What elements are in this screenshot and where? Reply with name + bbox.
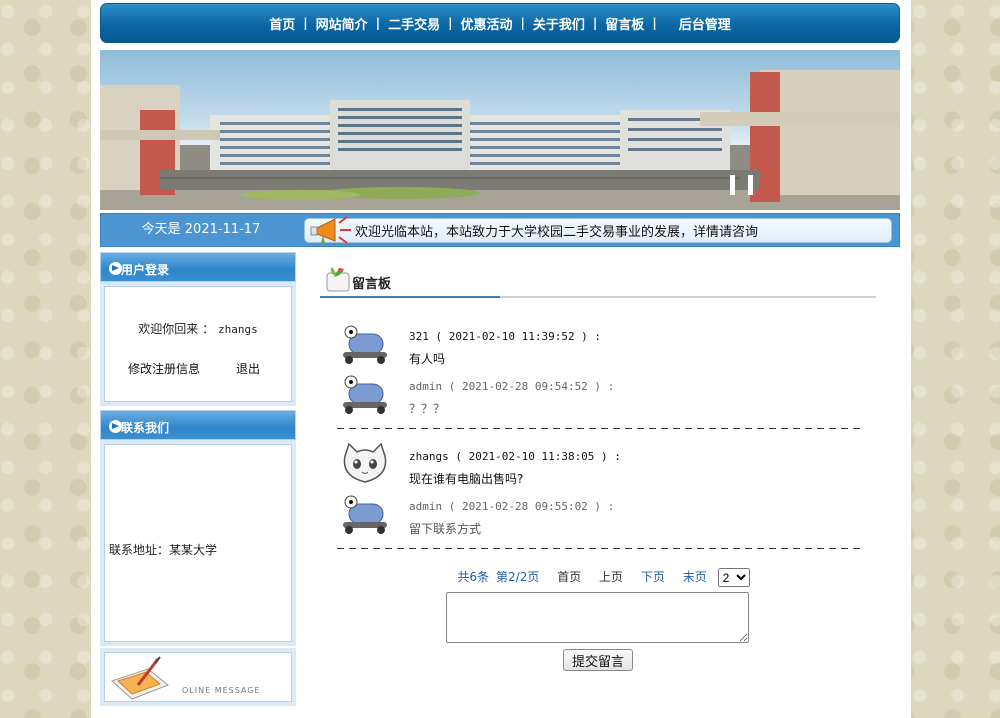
sidebar: 用户登录 欢迎你回来 ： zhangs 修改注册信息 退出 联系我们 联系地址：… bbox=[100, 252, 296, 706]
message-post: zhangs ( 2021-02-10 11:38:05 ) : 现在谁有电脑出… bbox=[337, 442, 857, 490]
top-nav: 首页 | 网站简介 | 二手交易 | 优惠活动 | 关于我们 | 留言板 | 后… bbox=[100, 3, 900, 43]
nav-trade[interactable]: 二手交易 bbox=[388, 14, 440, 33]
contact-panel-title: 联系我们 bbox=[121, 421, 170, 435]
reply-post: admin ( 2021-02-28 09:54:52 ) : ？？？ bbox=[337, 372, 857, 420]
notice-marquee: 欢迎光临本站，本站致力于大学校园二手交易事业的发展，详情请咨询 bbox=[304, 216, 892, 244]
nav-admin[interactable]: 后台管理 bbox=[679, 14, 731, 33]
thread-divider bbox=[337, 428, 861, 429]
message-content: 现在谁有电脑出售吗? bbox=[409, 472, 524, 486]
nav-about-site[interactable]: 网站简介 bbox=[316, 14, 368, 33]
page-select[interactable]: 1 2 bbox=[717, 568, 750, 587]
pager-total: 共6条 bbox=[457, 570, 490, 584]
reply-post: admin ( 2021-02-28 09:55:02 ) : 留下联系方式 bbox=[337, 492, 857, 540]
nav-separator: | bbox=[652, 16, 657, 30]
thread-divider bbox=[337, 548, 861, 549]
edit-profile-link[interactable]: 修改注册信息 bbox=[128, 360, 200, 377]
nav-separator: | bbox=[375, 16, 381, 30]
nav-guestbook[interactable]: 留言板 bbox=[605, 14, 644, 33]
nav-home[interactable]: 首页 bbox=[269, 14, 295, 33]
megaphone-icon bbox=[309, 213, 355, 250]
page-container: 首页 | 网站简介 | 二手交易 | 优惠活动 | 关于我们 | 留言板 | 后… bbox=[91, 0, 911, 718]
pager-prev[interactable]: 上页 bbox=[599, 570, 623, 584]
pager-page: 第2/2页 bbox=[496, 570, 540, 584]
contact-address: 联系地址：某某大学 bbox=[109, 543, 218, 557]
message-meta: 321 ( 2021-02-10 11:39:52 ) : bbox=[409, 330, 602, 343]
nav-separator: | bbox=[520, 16, 525, 30]
reply-content: ？？？ bbox=[409, 402, 446, 416]
robot-avatar-icon bbox=[339, 492, 391, 537]
online-message-promo[interactable]: OLINE MESSAGE bbox=[100, 648, 296, 706]
notice-text: 欢迎光临本站，本站致力于大学校园二手交易事业的发展，详情请咨询 bbox=[355, 225, 759, 240]
campus-building-illustration bbox=[100, 70, 900, 210]
welcome-message: 欢迎你回来 ： zhangs bbox=[104, 320, 292, 337]
pager-first[interactable]: 首页 bbox=[557, 570, 581, 584]
submit-comment-button[interactable]: 提交留言 bbox=[563, 649, 633, 671]
pager-next[interactable]: 下页 bbox=[641, 570, 665, 584]
login-panel-header: 用户登录 bbox=[100, 252, 296, 282]
info-bar: 今天是 2021-11-17 欢迎光临本站，本站致力于大学校园二手交易事业的发展… bbox=[100, 213, 900, 247]
message-content: 有人吗 bbox=[409, 352, 446, 366]
login-panel-title: 用户登录 bbox=[121, 263, 170, 277]
robot-avatar-icon bbox=[339, 372, 391, 417]
reply-meta: admin ( 2021-02-28 09:54:52 ) : bbox=[409, 380, 615, 393]
cat-avatar-icon bbox=[339, 442, 391, 489]
today-date: 今天是 2021-11-17 bbox=[141, 222, 261, 237]
pager-last[interactable]: 末页 bbox=[683, 570, 707, 584]
message-post: 321 ( 2021-02-10 11:39:52 ) : 有人吗 bbox=[337, 322, 857, 370]
nav-separator: | bbox=[592, 16, 598, 30]
nav-separator: | bbox=[303, 16, 308, 30]
login-panel: 欢迎你回来 ： zhangs 修改注册信息 退出 bbox=[100, 282, 296, 406]
pen-paper-icon bbox=[108, 655, 174, 704]
campus-banner-image bbox=[100, 50, 900, 210]
comment-input[interactable] bbox=[446, 592, 749, 643]
contact-panel-header: 联系我们 bbox=[100, 410, 296, 440]
reply-content: 留下联系方式 bbox=[409, 522, 482, 536]
guestbook-title: 留言板 bbox=[352, 277, 392, 292]
nav-about-us[interactable]: 关于我们 bbox=[533, 14, 585, 33]
nav-promotions[interactable]: 优惠活动 bbox=[460, 14, 512, 33]
guestbook-main: 留言板 321 ( 2021-02-10 11:39:52 ) : 有人吗 ad… bbox=[320, 260, 880, 671]
promo-text: OLINE MESSAGE bbox=[182, 686, 261, 695]
message-meta: zhangs ( 2021-02-10 11:38:05 ) : bbox=[409, 450, 621, 463]
reply-meta: admin ( 2021-02-28 09:55:02 ) : bbox=[409, 500, 615, 513]
contact-panel: 联系地址：某某大学 bbox=[100, 440, 296, 646]
robot-avatar-icon bbox=[339, 322, 391, 367]
pagination: 共6条第2/2页 首页 上页 下页 末页 1 2 bbox=[320, 568, 880, 587]
nav-separator: | bbox=[448, 16, 453, 30]
welcome-label: 欢迎你回来 ： bbox=[138, 322, 215, 336]
section-title: 留言板 bbox=[320, 260, 876, 298]
username: zhangs bbox=[217, 323, 258, 336]
logout-link[interactable]: 退出 bbox=[236, 360, 260, 377]
